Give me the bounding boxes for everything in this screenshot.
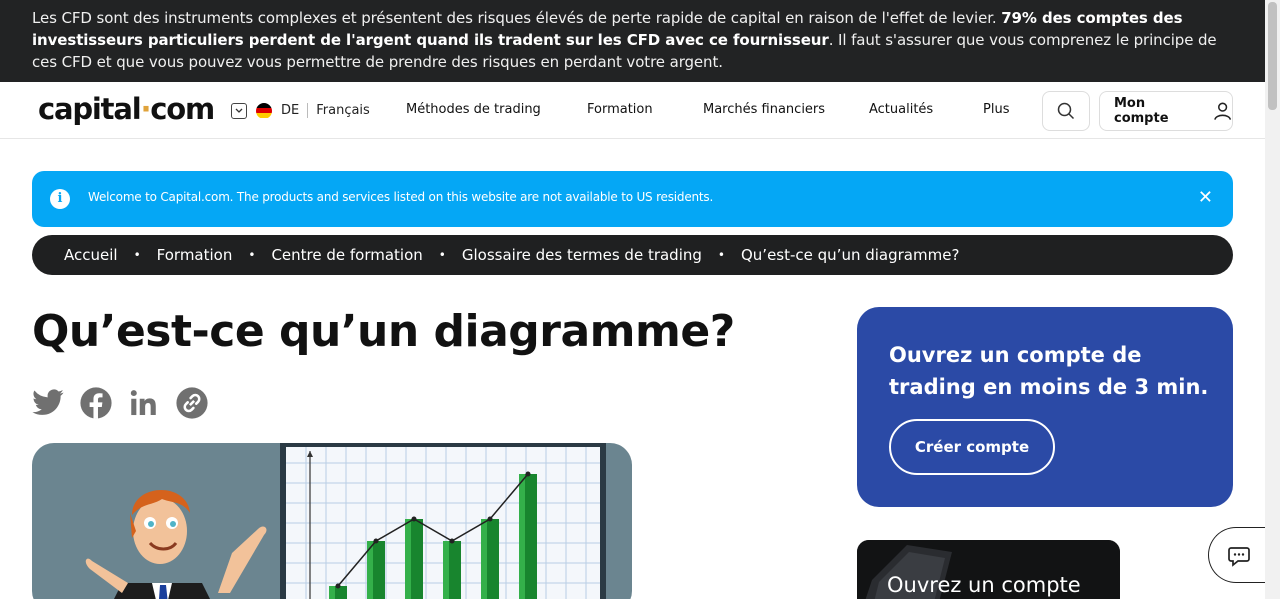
logo-dot: · — [140, 92, 151, 126]
logo-left: capital — [38, 92, 142, 126]
nav-news[interactable]: Actualités — [869, 102, 933, 117]
nav-trading-methods[interactable]: Méthodes de trading — [406, 102, 541, 117]
us-residents-banner: i Welcome to Capital.com. The products a… — [32, 171, 1233, 227]
scrollbar-thumb[interactable] — [1268, 2, 1277, 110]
breadcrumb-separator: • — [717, 248, 725, 262]
nav-more[interactable]: Plus — [983, 102, 1009, 117]
logo-right: com — [150, 92, 215, 126]
site-header: capital·com DE Français Méthodes de trad… — [0, 82, 1265, 139]
promo-card[interactable]: Ouvrez un compte — [857, 540, 1120, 599]
germany-flag-icon — [256, 102, 272, 119]
promo-card-text: Ouvrez un compte — [887, 573, 1081, 597]
article-hero-image — [32, 443, 632, 599]
breadcrumb: Accueil • Formation • Centre de formatio… — [32, 235, 1233, 275]
breadcrumb-formation[interactable]: Formation — [157, 246, 233, 264]
facebook-icon[interactable] — [79, 386, 113, 420]
twitter-icon[interactable] — [31, 386, 65, 420]
page-scrollbar[interactable] — [1265, 0, 1280, 599]
copy-link-icon[interactable] — [175, 386, 209, 420]
nav-financial-markets[interactable]: Marchés financiers — [703, 102, 825, 117]
chat-icon — [1228, 547, 1250, 567]
chevron-down-icon — [231, 102, 247, 119]
linkedin-icon[interactable] — [127, 386, 161, 420]
breadcrumb-separator: • — [133, 248, 141, 262]
my-account-label: Mon compte — [1114, 96, 1169, 126]
risk-warning: Les CFD sont des instruments complexes e… — [0, 0, 1265, 82]
breadcrumb-separator: • — [248, 248, 256, 262]
open-account-cta: Ouvrez un compte de trading en moins de … — [857, 307, 1233, 507]
language-label: Français — [316, 103, 370, 118]
search-icon — [1057, 102, 1075, 120]
cta-text: Ouvrez un compte de trading en moins de … — [889, 343, 1209, 399]
info-icon: i — [50, 189, 70, 209]
risk-warning-text: Les CFD sont des instruments complexes e… — [32, 9, 1002, 27]
create-account-button[interactable]: Créer compte — [889, 419, 1055, 475]
user-icon — [1213, 102, 1231, 120]
page-title: Qu’est-ce qu’un diagramme? — [32, 306, 735, 357]
language-selector[interactable]: DE Français — [231, 102, 370, 119]
chat-button[interactable] — [1208, 527, 1268, 583]
breadcrumb-home[interactable]: Accueil — [64, 246, 118, 264]
divider — [307, 103, 309, 118]
breadcrumb-glossary[interactable]: Glossaire des termes de trading — [462, 246, 702, 264]
chart-illustration — [85, 443, 606, 599]
close-icon[interactable]: ✕ — [1198, 187, 1213, 208]
logo[interactable]: capital·com — [38, 92, 215, 126]
banner-message: Welcome to Capital.com. The products and… — [88, 190, 714, 204]
country-code: DE — [281, 103, 300, 118]
breadcrumb-separator: • — [438, 248, 446, 262]
nav-formation[interactable]: Formation — [587, 102, 653, 117]
breadcrumb-current: Qu’est-ce qu’un diagramme? — [740, 246, 960, 264]
my-account-button[interactable]: Mon compte — [1099, 91, 1233, 131]
breadcrumb-learning-center[interactable]: Centre de formation — [271, 246, 422, 264]
search-button[interactable] — [1042, 91, 1090, 131]
